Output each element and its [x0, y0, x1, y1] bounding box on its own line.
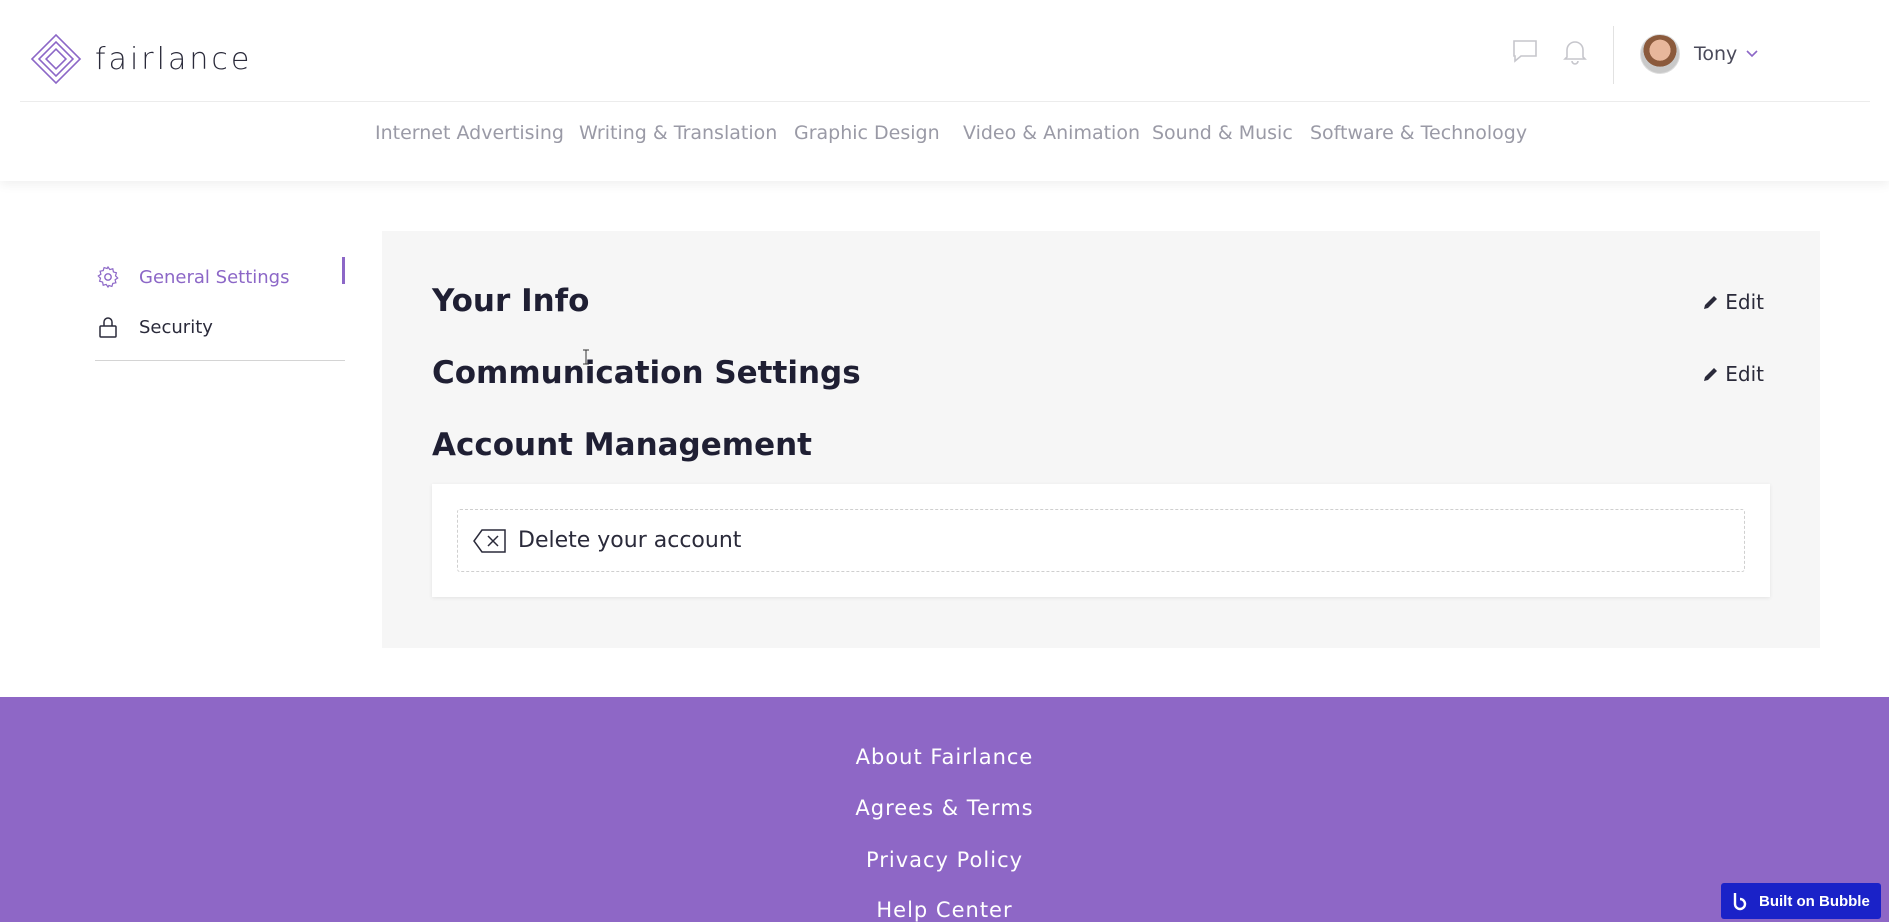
- account-management-card: Delete your account: [432, 484, 1770, 597]
- nav-video-animation[interactable]: Video & Animation: [963, 122, 1140, 144]
- your-info-title: Your Info: [432, 283, 589, 319]
- delete-account-button[interactable]: Delete your account: [457, 509, 1745, 572]
- settings-sidebar: General Settings Security: [95, 252, 345, 361]
- nav-internet-advertising[interactable]: Internet Advertising: [375, 122, 564, 144]
- edit-label: Edit: [1725, 362, 1764, 386]
- site-footer: About Fairlance Agrees & Terms Privacy P…: [0, 697, 1889, 922]
- footer-link-about[interactable]: About Fairlance: [0, 745, 1889, 769]
- footer-link-privacy[interactable]: Privacy Policy: [0, 848, 1889, 872]
- sidebar-item-general-settings[interactable]: General Settings: [95, 252, 345, 302]
- communication-settings-title: Communication Settings: [432, 355, 861, 391]
- sidebar-item-label: General Settings: [139, 266, 290, 288]
- avatar: [1640, 34, 1680, 74]
- nav-sound-music[interactable]: Sound & Music: [1152, 122, 1293, 144]
- logo-mark-icon: [30, 33, 82, 85]
- active-indicator: [342, 257, 345, 284]
- header-icons: [1510, 36, 1590, 66]
- communication-edit-button[interactable]: Edit: [1702, 362, 1764, 386]
- gear-icon: [95, 264, 121, 290]
- nav-graphic-design[interactable]: Graphic Design: [794, 122, 940, 144]
- sidebar-item-label: Security: [139, 316, 213, 338]
- title-bold: Management: [583, 427, 812, 463]
- footer-link-terms[interactable]: Agrees & Terms: [0, 796, 1889, 820]
- badge-label: Built on Bubble: [1759, 892, 1870, 910]
- text-cursor-icon: [583, 349, 589, 365]
- nav-software-technology[interactable]: Software & Technology: [1310, 122, 1527, 144]
- user-name: Tony: [1694, 43, 1738, 65]
- sidebar-item-security[interactable]: Security: [95, 302, 345, 352]
- account-management-title: Account Management: [432, 427, 812, 463]
- edit-label: Edit: [1725, 290, 1764, 314]
- sidebar-divider: [95, 360, 345, 361]
- chevron-down-icon: [1745, 47, 1759, 61]
- pencil-icon: [1702, 365, 1720, 383]
- nav-writing-translation[interactable]: Writing & Translation: [579, 122, 777, 144]
- lock-icon: [95, 314, 121, 340]
- pencil-icon: [1702, 293, 1720, 311]
- your-info-edit-button[interactable]: Edit: [1702, 290, 1764, 314]
- bell-icon[interactable]: [1560, 36, 1590, 66]
- logo[interactable]: fairlance: [25, 28, 252, 90]
- title-bold: Info: [521, 283, 590, 319]
- built-on-bubble-badge[interactable]: Built on Bubble: [1721, 883, 1881, 919]
- footer-link-help[interactable]: Help Center: [0, 898, 1889, 922]
- title-light: Communication: [432, 355, 715, 391]
- category-nav: Internet Advertising Writing & Translati…: [0, 122, 1889, 152]
- backspace-delete-icon: [472, 527, 508, 555]
- title-light: Your: [432, 283, 522, 319]
- header-separator: [20, 101, 1870, 102]
- site-header: fairlance Tony Internet Advertising Writ…: [0, 0, 1889, 181]
- delete-account-label: Delete your account: [518, 528, 742, 553]
- title-bold: Settings: [714, 355, 861, 391]
- header-divider: [1613, 26, 1614, 84]
- chat-icon[interactable]: [1510, 36, 1540, 66]
- title-light: Account: [432, 427, 584, 463]
- logo-text: fairlance: [95, 41, 253, 77]
- user-menu[interactable]: Tony: [1640, 34, 1759, 74]
- bubble-logo-icon: [1731, 891, 1751, 911]
- settings-panel: Your Info Edit Communication Settings Ed…: [382, 231, 1820, 648]
